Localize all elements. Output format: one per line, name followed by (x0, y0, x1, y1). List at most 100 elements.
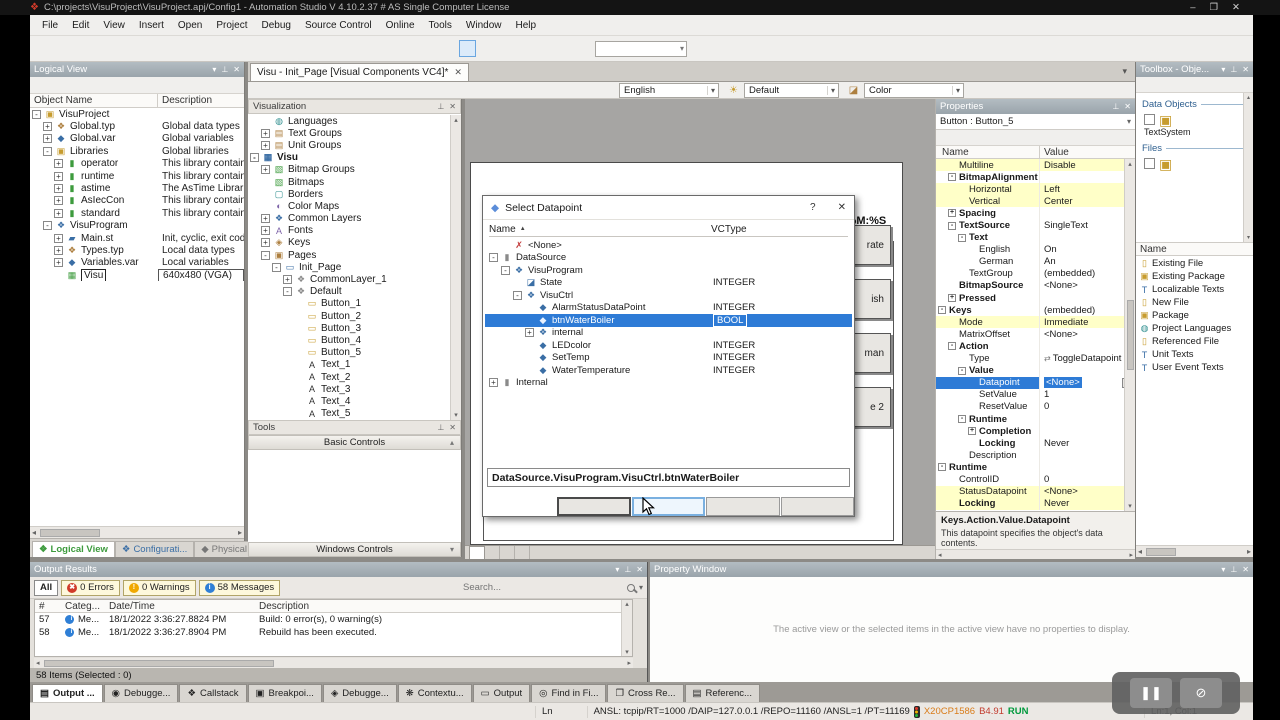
toolbar-icon[interactable] (184, 40, 201, 57)
property-row[interactable]: Locking Never▫ (936, 497, 1135, 510)
expander-icon[interactable]: + (54, 245, 63, 255)
toolbar-icon[interactable] (467, 83, 482, 98)
toolbar-icon[interactable] (352, 579, 369, 596)
panel-tab[interactable]: ❖ Callstack (179, 684, 247, 702)
toolbar-icon[interactable] (160, 40, 177, 57)
checkbox[interactable] (1144, 158, 1155, 169)
chevron-down-icon[interactable]: ▾ (1221, 565, 1225, 574)
vertical-scrollbar[interactable]: ▴ ▾ (1124, 159, 1135, 511)
toolbar-icon[interactable] (225, 40, 242, 57)
menu-item[interactable]: Window (460, 18, 508, 33)
expander-icon[interactable]: - (32, 109, 41, 119)
column-header[interactable]: Object Name (30, 94, 158, 107)
tree-row[interactable]: ▧ Bitmaps (248, 176, 461, 188)
design-tab[interactable] (485, 546, 500, 559)
basic-controls-group[interactable]: Basic Controls ▴ (248, 435, 461, 450)
filter-chip[interactable]: All (34, 579, 59, 596)
tree-row[interactable]: ◆ btnWaterBoiler BOOL (485, 314, 852, 327)
panel-tab[interactable]: ▭ Output (472, 684, 531, 702)
scroll-right-icon[interactable]: ▸ (1129, 551, 1133, 559)
expander-icon[interactable]: + (54, 258, 63, 268)
expander-icon[interactable]: - (948, 173, 956, 182)
toolbar-icon[interactable] (212, 78, 227, 93)
horizontal-scrollbar[interactable]: ◂ ▸ (936, 549, 1135, 559)
property-row[interactable]: -BitmapAlignment ▫ (936, 171, 1135, 184)
column-header[interactable]: Name (489, 224, 516, 235)
expander-icon[interactable]: + (261, 214, 270, 224)
expander-icon[interactable]: - (501, 265, 510, 275)
panel-tab[interactable]: ▤ Referenc... (684, 684, 760, 702)
logical-view-header[interactable]: Logical View ▾ ⊥ ✕ (30, 62, 244, 77)
tree-row[interactable]: + ▤ Text Groups (248, 127, 461, 139)
pin-icon[interactable]: ⊥ (1112, 102, 1119, 111)
tree-row[interactable]: + ▮ astime The AsTime Librar (30, 182, 244, 194)
visualization-header[interactable]: Visualization ⊥ ✕ (248, 99, 461, 114)
close-icon[interactable]: ✕ (1242, 65, 1249, 74)
column-header[interactable]: Date/Time (105, 600, 255, 612)
design-tab[interactable] (500, 546, 515, 559)
toolbar-icon[interactable] (1153, 78, 1167, 92)
expander-icon[interactable]: + (43, 134, 52, 144)
property-row[interactable]: Mode Immediate▫ (936, 316, 1135, 329)
toolbar-icon[interactable] (508, 40, 525, 57)
tool-icon[interactable] (362, 473, 384, 492)
expander-icon[interactable]: - (938, 306, 946, 315)
toolbar-icon[interactable] (51, 40, 68, 57)
list-item[interactable]: ▯ Referenced File (1136, 335, 1253, 348)
toolbar-icon[interactable] (201, 40, 218, 57)
close-icon[interactable]: ✕ (1124, 102, 1131, 111)
tree-row[interactable]: ▦ Visu 640x480 (VGA) (30, 269, 244, 282)
tree-row[interactable]: - ▦ Visu (248, 152, 461, 164)
toolbar-icon[interactable] (814, 40, 831, 57)
toolbar-icon[interactable] (557, 40, 574, 57)
tree-row[interactable]: + ▮ Internal (485, 377, 852, 390)
tree-row[interactable]: ◆ SetTemp INTEGER (485, 352, 852, 365)
tree-row[interactable]: - ❖ VisuProgram (485, 264, 852, 277)
expander-icon[interactable]: + (489, 378, 498, 388)
design-tab[interactable] (469, 546, 485, 559)
property-row[interactable]: -Keys (embedded)▫ (936, 304, 1135, 317)
expander-icon[interactable]: + (968, 427, 976, 436)
tool-icon[interactable] (252, 473, 274, 492)
scroll-up-icon[interactable]: ▴ (1128, 160, 1132, 168)
property-row[interactable]: Description ▫ (936, 449, 1135, 462)
close-icon[interactable]: ✕ (233, 65, 240, 74)
toolbar-icon[interactable] (318, 83, 333, 98)
expander-icon[interactable]: - (938, 463, 946, 472)
column-header[interactable]: VCType (711, 224, 747, 235)
menu-item[interactable]: Open (172, 18, 208, 33)
toolbox-item[interactable]: ▣ (1144, 157, 1253, 171)
property-row[interactable]: Multiline Disable▫ (936, 159, 1135, 172)
tree-row[interactable]: A Text_3 (248, 383, 461, 395)
close-icon[interactable]: ✕ (838, 202, 846, 213)
toolbar-icon[interactable] (452, 83, 467, 98)
close-icon[interactable]: ✕ (449, 423, 456, 432)
tool-icon[interactable] (274, 492, 296, 511)
toolbar-icon[interactable] (574, 40, 591, 57)
expander-icon[interactable]: + (261, 140, 270, 150)
scroll-up-icon[interactable]: ▴ (454, 116, 458, 124)
expander-icon[interactable]: - (250, 153, 259, 163)
tree-row[interactable]: - ❖ VisuProgram (30, 220, 244, 232)
toolbar-icon[interactable] (459, 40, 476, 57)
tree-row[interactable]: ▭ Button_5 (248, 347, 461, 359)
toolbar-icon[interactable] (288, 83, 303, 98)
tree-row[interactable]: ◆ AlarmStatusDataPoint INTEGER (485, 302, 852, 315)
datapoint-path-field[interactable]: DataSource.VisuProgram.VisuCtrl.btnWater… (487, 468, 850, 487)
tool-icon[interactable] (428, 473, 450, 492)
tree-row[interactable]: + ▮ operator This library contain (30, 158, 244, 170)
color-dropdown[interactable]: Color ▾ (864, 82, 964, 98)
property-row[interactable]: -TextSource SingleText▫ (936, 219, 1135, 232)
close-icon[interactable]: ✕ (1242, 565, 1249, 574)
menu-item[interactable]: Source Control (299, 18, 378, 33)
tool-icon[interactable] (340, 473, 362, 492)
toolbar-icon[interactable] (601, 83, 616, 98)
tree-row[interactable]: + ▮ standard This library contain (30, 207, 244, 219)
expander-icon[interactable]: - (948, 342, 956, 351)
toolbar-icon[interactable] (534, 83, 549, 98)
column-header[interactable]: Value (1040, 146, 1069, 158)
group-header[interactable]: Files (1142, 143, 1249, 154)
toolbar-icon[interactable] (1045, 131, 1059, 145)
column-header[interactable]: Categ... (61, 600, 105, 612)
toolbar-icon[interactable] (359, 40, 376, 57)
